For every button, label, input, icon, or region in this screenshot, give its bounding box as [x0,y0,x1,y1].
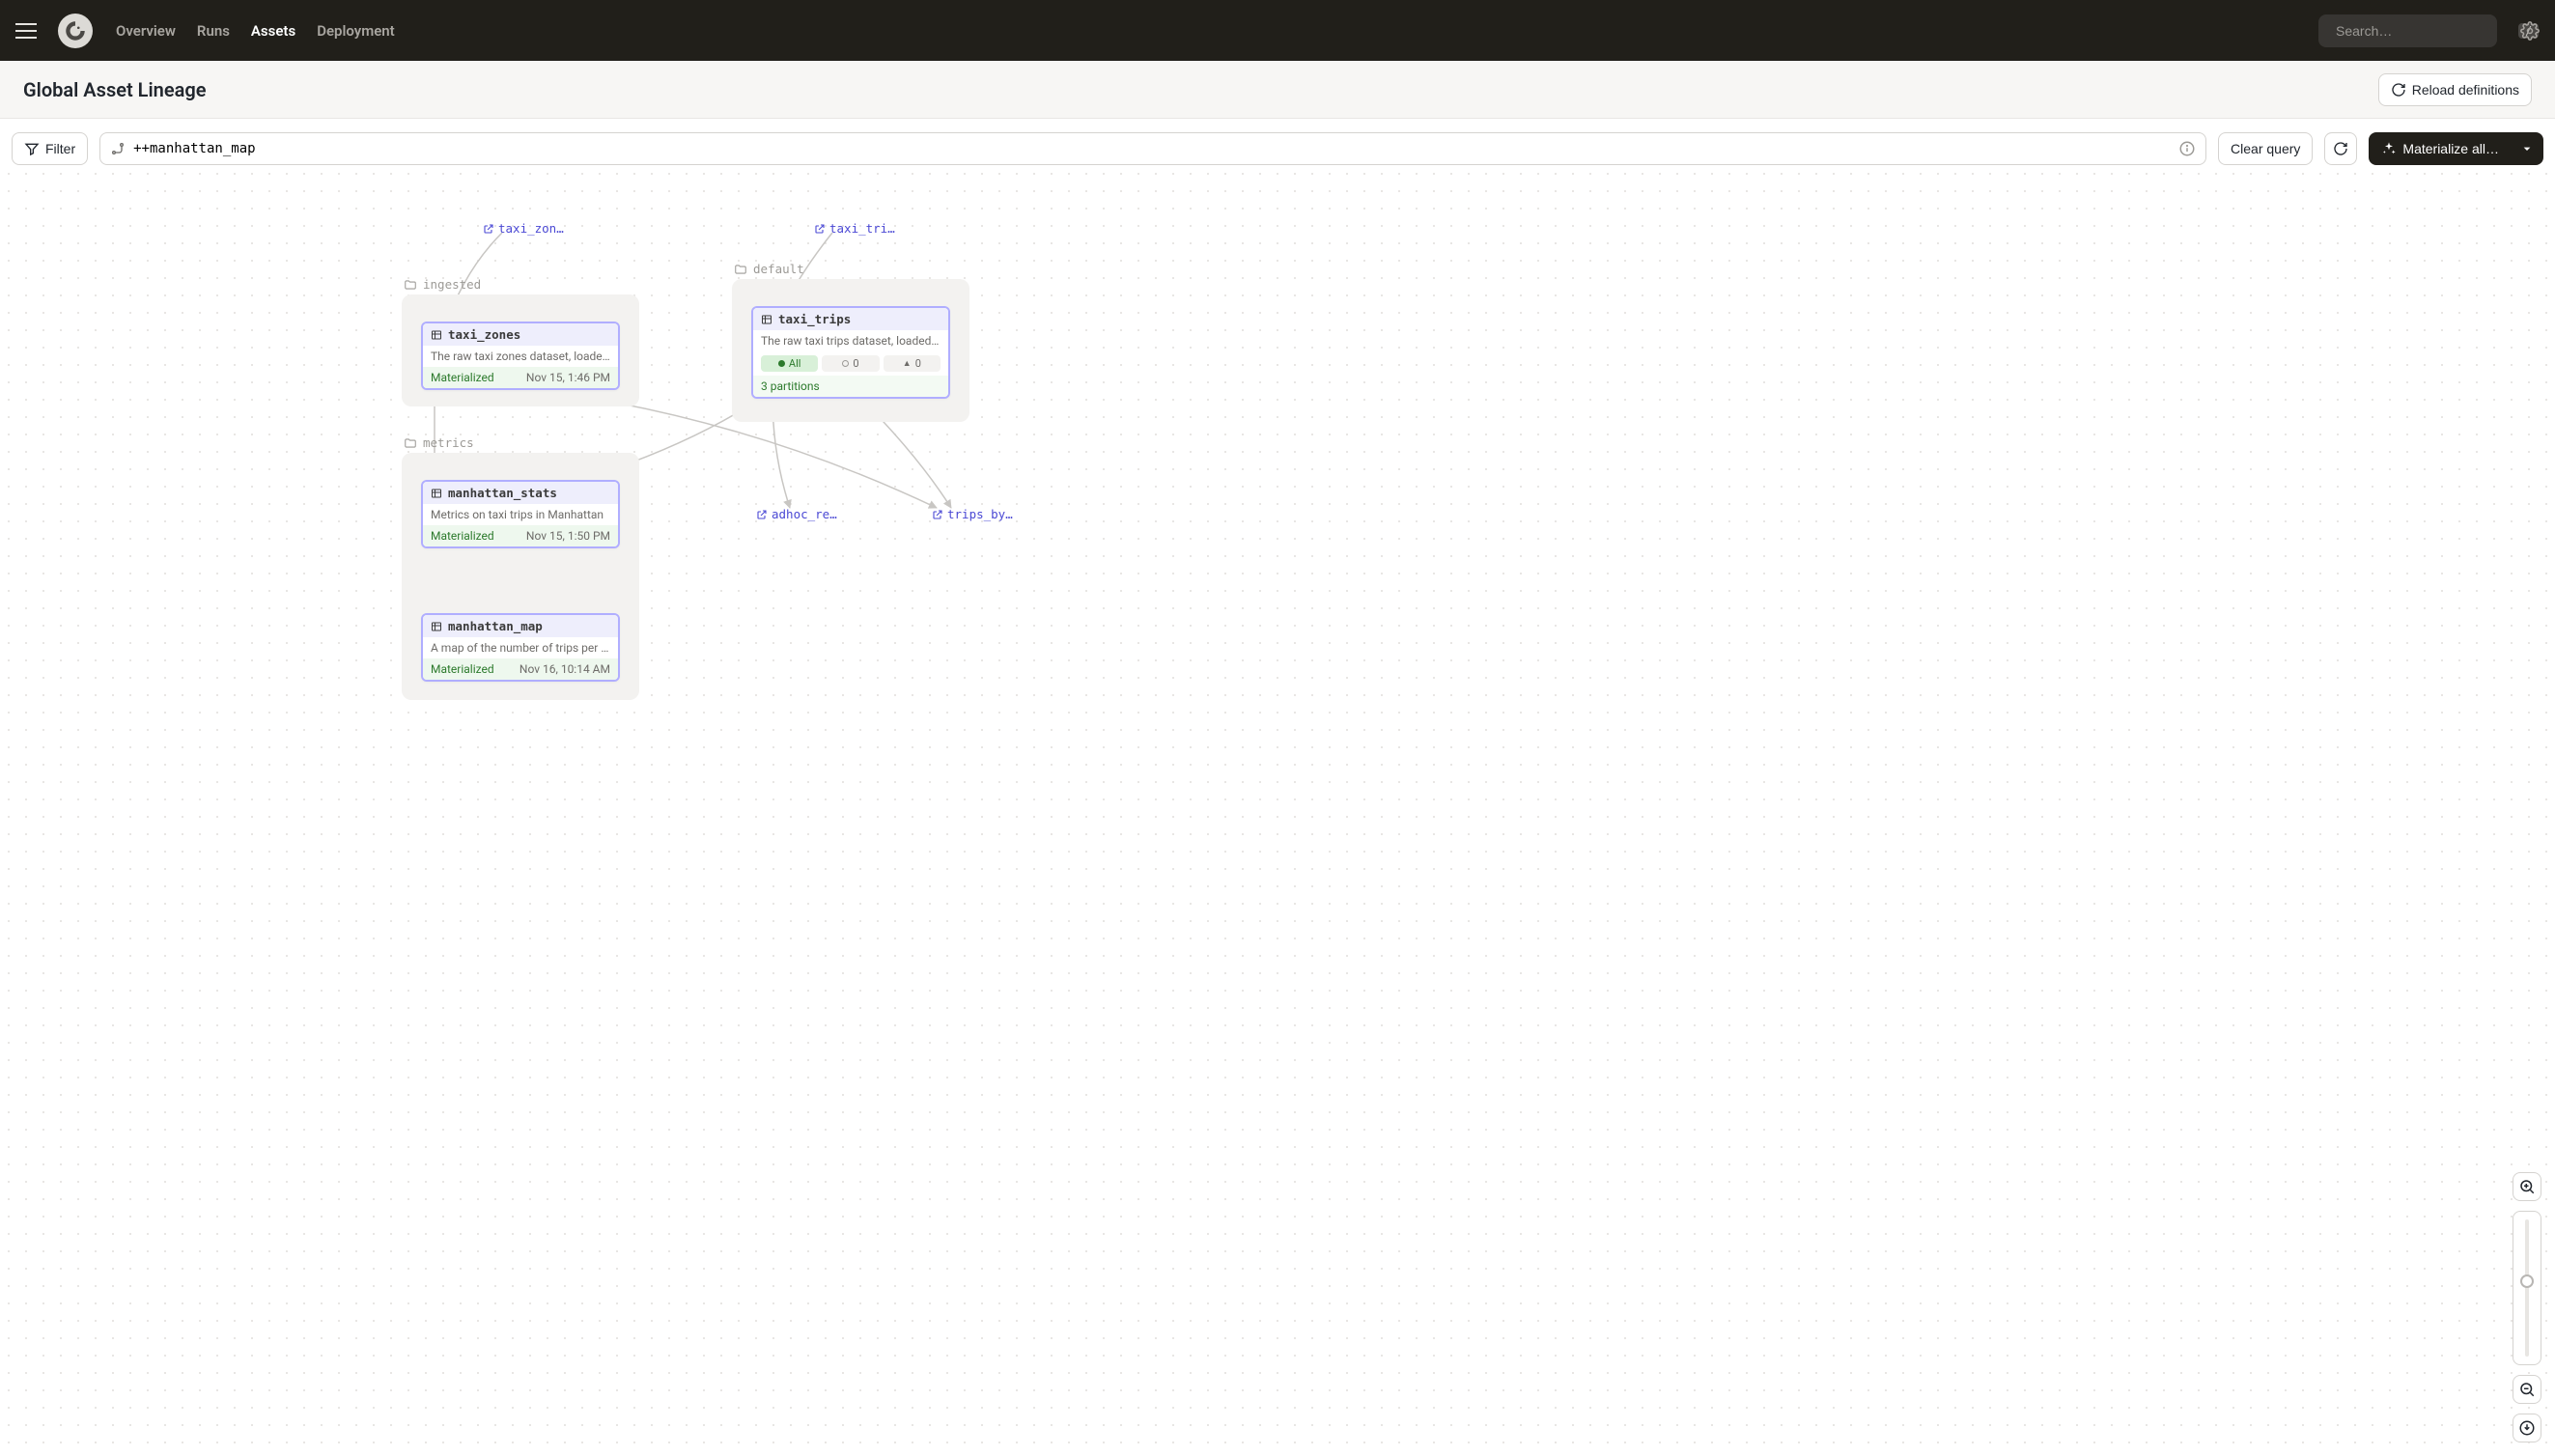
external-asset-adhoc-req[interactable]: adhoc_req… [756,507,843,521]
asset-node-manhattan-map[interactable]: manhattan_map A map of the number of tri… [421,613,620,682]
asset-timestamp: Nov 15, 1:46 PM [526,371,610,384]
external-link-icon [932,509,943,520]
asset-description: The raw taxi zones dataset, loaded int… [423,346,618,367]
folder-icon [734,263,747,276]
asset-description: Metrics on taxi trips in Manhattan [423,504,618,525]
zoom-slider[interactable] [2513,1211,2541,1365]
refresh-graph-button[interactable] [2324,132,2357,165]
global-search[interactable]: / [2318,14,2497,47]
table-icon [761,314,772,325]
asset-status: Materialized [431,662,494,676]
asset-timestamp: Nov 16, 10:14 AM [519,662,610,676]
external-link-icon [814,223,826,235]
external-link-icon [756,509,768,520]
external-asset-trips-by[interactable]: trips_by_… [932,507,1019,521]
asset-name: manhattan_stats [448,486,557,500]
folder-icon [404,436,417,450]
asset-node-taxi-zones[interactable]: taxi_zones The raw taxi zones dataset, l… [421,322,620,390]
lineage-canvas[interactable]: taxi_zone… taxi_trip… ingested default m… [0,165,2555,1456]
app-logo[interactable] [58,14,93,48]
nav-overview[interactable]: Overview [116,22,176,40]
filter-icon [24,141,40,156]
global-search-input[interactable] [2336,23,2511,39]
refresh-icon [2333,141,2348,156]
asset-status: Materialized [431,529,494,543]
external-asset-taxi-zones-source[interactable]: taxi_zone… [483,221,570,236]
asset-timestamp: Nov 15, 1:50 PM [526,529,610,543]
table-icon [431,329,442,341]
asset-name: taxi_zones [448,327,520,342]
partition-pill-materialized[interactable]: All [761,355,818,372]
query-info-icon[interactable] [2178,140,2196,157]
route-icon [110,141,126,156]
fit-icon [2518,1419,2536,1437]
nav-deployment[interactable]: Deployment [317,22,395,40]
asset-description: A map of the number of trips per taxi z… [423,637,618,658]
nav-runs[interactable]: Runs [197,22,230,40]
asset-description: The raw taxi trips dataset, loaded into … [753,330,948,351]
zoom-out-button[interactable] [2513,1375,2541,1404]
materialize-all-button[interactable]: Materialize all… [2369,132,2512,165]
settings-button[interactable] [2520,21,2540,41]
query-input[interactable] [133,141,2171,156]
external-asset-taxi-trips-source[interactable]: taxi_trip… [814,221,901,236]
group-label-ingested: ingested [404,277,481,292]
asset-name: taxi_trips [778,312,851,326]
zoom-in-button[interactable] [2513,1172,2541,1201]
query-input-wrapper[interactable] [99,132,2206,165]
zoom-in-icon [2518,1178,2536,1195]
group-label-metrics: metrics [404,435,474,450]
zoom-slider-thumb[interactable] [2520,1274,2534,1288]
group-label-default: default [734,262,804,276]
chevron-down-icon [2519,141,2535,156]
asset-name: manhattan_map [448,619,543,633]
table-icon [431,488,442,499]
nav-assets[interactable]: Assets [251,22,295,40]
table-icon [431,621,442,632]
asset-status: Materialized [431,371,494,384]
asset-node-manhattan-stats[interactable]: manhattan_stats Metrics on taxi trips in… [421,480,620,548]
filter-button[interactable]: Filter [12,132,88,165]
folder-icon [404,278,417,292]
materialize-dropdown-button[interactable] [2511,132,2543,165]
zoom-fit-button[interactable] [2513,1414,2541,1442]
partition-count: 3 partitions [753,376,948,397]
menu-toggle[interactable] [15,17,42,44]
external-link-icon [483,223,494,235]
partition-pill-missing[interactable]: 0 [822,355,879,372]
refresh-icon [2391,82,2406,98]
sparkle-icon [2381,141,2397,156]
reload-definitions-button[interactable]: Reload definitions [2378,73,2532,106]
partition-pill-failed[interactable]: ▲0 [884,355,941,372]
asset-node-taxi-trips[interactable]: taxi_trips The raw taxi trips dataset, l… [751,306,950,399]
zoom-out-icon [2518,1381,2536,1398]
page-title: Global Asset Lineage [23,78,207,101]
clear-query-button[interactable]: Clear query [2218,132,2313,165]
